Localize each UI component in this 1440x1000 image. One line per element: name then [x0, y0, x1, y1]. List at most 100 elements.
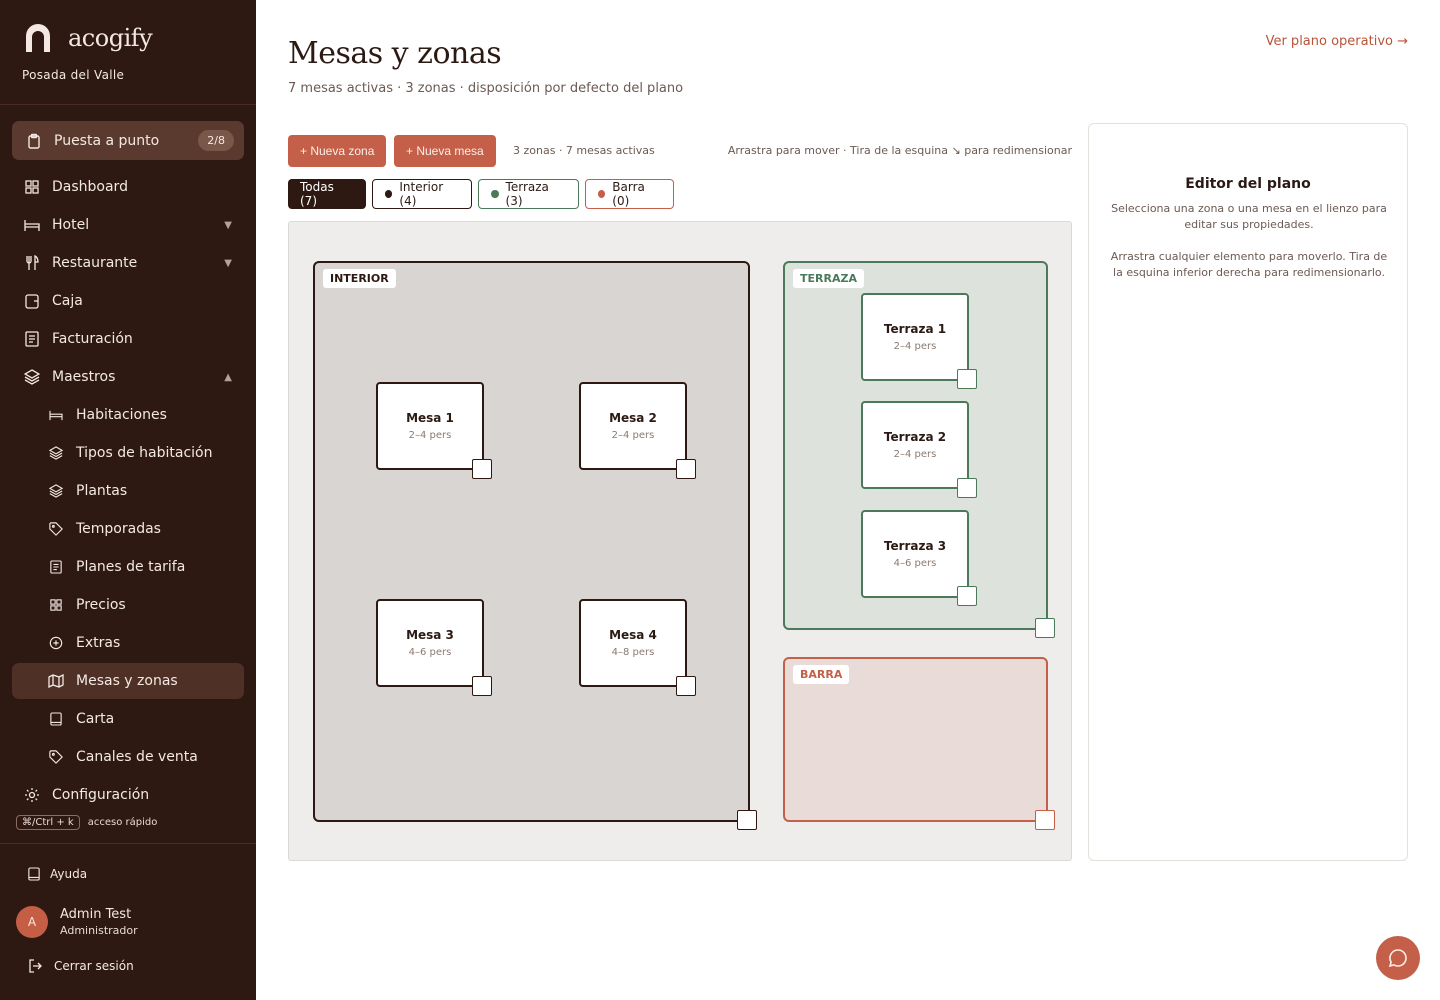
document-icon [48, 559, 64, 575]
plus-circle-icon [48, 635, 64, 651]
sidebar-item-label: Extras [76, 635, 121, 651]
chat-button[interactable] [1376, 936, 1420, 980]
user-role: Administrador [60, 924, 138, 937]
sidebar-item-caja[interactable]: Caja [12, 283, 244, 319]
table-mesa-4[interactable]: Mesa 4 4–8 pers [579, 599, 687, 687]
logout-label: Cerrar sesión [54, 959, 134, 973]
table-capacity: 2–4 pers [408, 430, 452, 441]
sidebar-item-habitaciones[interactable]: Habitaciones [12, 397, 244, 433]
bed-icon [24, 217, 40, 233]
editor-instructions: Arrastra cualquier elemento para moverlo… [1110, 250, 1388, 279]
zone-resize-handle[interactable] [737, 810, 757, 830]
book-icon [48, 711, 64, 727]
sidebar-item-label: Configuración [52, 787, 150, 803]
sidebar-item-restaurante[interactable]: Restaurante ▼ [12, 245, 244, 281]
page-title: Mesas y zonas [288, 36, 502, 71]
filter-label: Terraza (3) [505, 180, 549, 208]
sidebar-item-maestros[interactable]: Maestros ▲ [12, 359, 244, 395]
zone-label: TERRAZA [793, 269, 864, 288]
sidebar-item-label: Plantas [76, 483, 128, 499]
filter-label: Interior (4) [399, 180, 444, 208]
sidebar-item-dashboard[interactable]: Dashboard [12, 169, 244, 205]
table-terraza-2[interactable]: Terraza 2 2–4 pers [861, 401, 969, 489]
sidebar-item-configuracion[interactable]: Configuración [12, 777, 244, 813]
divider [0, 843, 256, 844]
table-mesa-3[interactable]: Mesa 3 4–6 pers [376, 599, 484, 687]
sidebar-item-label: Canales de venta [76, 749, 198, 765]
editor-title: Editor del plano [1185, 176, 1311, 192]
logout-button[interactable]: Cerrar sesión [28, 959, 134, 973]
shortcut-hint[interactable]: ⌘/Ctrl + k acceso rápido [16, 815, 157, 830]
table-resize-handle[interactable] [676, 676, 696, 696]
sidebar-item-facturacion[interactable]: Facturación [12, 321, 244, 357]
utensils-icon [24, 255, 40, 271]
filter-terraza[interactable]: Terraza (3) [478, 179, 579, 209]
sidebar-item-carta[interactable]: Carta [12, 701, 244, 737]
page-subtitle: 7 mesas activas · 3 zonas · disposición … [288, 81, 684, 96]
sidebar-item-hotel[interactable]: Hotel ▼ [12, 207, 244, 243]
brand[interactable]: acogify [22, 22, 153, 54]
sidebar-item-planes-tarifa[interactable]: Planes de tarifa [12, 549, 244, 585]
table-name: Terraza 1 [883, 322, 947, 336]
sidebar-item-label: Hotel [52, 217, 90, 233]
view-operational-plan-link[interactable]: Ver plano operativo → [1266, 34, 1408, 49]
table-resize-handle[interactable] [957, 586, 977, 606]
zone-label: INTERIOR [323, 269, 396, 288]
zone-interior[interactable]: INTERIOR [313, 261, 750, 822]
table-capacity: 2–4 pers [893, 341, 937, 352]
table-mesa-2[interactable]: Mesa 2 2–4 pers [579, 382, 687, 470]
sidebar-item-extras[interactable]: Extras [12, 625, 244, 661]
floor-plan-canvas[interactable]: INTERIOR TERRAZA BARRA Mesa 1 2–4 pers M… [288, 221, 1072, 861]
new-table-button[interactable]: + Nueva mesa [394, 135, 496, 167]
table-terraza-3[interactable]: Terraza 3 4–6 pers [861, 510, 969, 598]
table-resize-handle[interactable] [957, 478, 977, 498]
avatar: A [16, 906, 48, 938]
filter-label: Barra (0) [612, 180, 645, 208]
book-icon [28, 867, 40, 881]
sidebar-item-label: Temporadas [76, 521, 161, 537]
table-resize-handle[interactable] [957, 369, 977, 389]
layers-icon [48, 445, 64, 461]
grid-icon [24, 179, 40, 195]
user-name: Admin Test [60, 907, 132, 922]
divider [0, 104, 256, 105]
filter-barra[interactable]: Barra (0) [585, 179, 674, 209]
interior-dot-icon [385, 190, 393, 198]
terraza-dot-icon [491, 190, 499, 198]
filter-interior[interactable]: Interior (4) [372, 179, 472, 209]
table-resize-handle[interactable] [472, 676, 492, 696]
table-resize-handle[interactable] [472, 459, 492, 479]
zone-barra[interactable]: BARRA [783, 657, 1048, 822]
table-name: Terraza 2 [883, 430, 947, 444]
sidebar-item-tipos-habitacion[interactable]: Tipos de habitación [12, 435, 244, 471]
chevron-down-icon: ▼ [224, 257, 232, 269]
filter-all[interactable]: Todas (7) [288, 179, 366, 209]
shortcut-key: ⌘/Ctrl + k [16, 815, 80, 830]
property-name: Posada del Valle [22, 68, 125, 82]
new-zone-button[interactable]: + Nueva zona [288, 135, 387, 167]
shortcut-label: acceso rápido [87, 817, 158, 828]
editor-instructions: Selecciona una zona o una mesa en el lie… [1111, 202, 1387, 231]
sidebar-item-label: Restaurante [52, 255, 138, 271]
table-mesa-1[interactable]: Mesa 1 2–4 pers [376, 382, 484, 470]
barra-dot-icon [598, 190, 606, 198]
sidebar-item-canales-venta[interactable]: Canales de venta [12, 739, 244, 775]
chat-icon [1388, 949, 1407, 968]
setup-progress-item[interactable]: Puesta a punto 2/8 [12, 121, 244, 160]
zone-resize-handle[interactable] [1035, 810, 1055, 830]
help-link[interactable]: Ayuda [28, 867, 87, 881]
sidebar-item-temporadas[interactable]: Temporadas [12, 511, 244, 547]
sidebar-item-mesas-zonas[interactable]: Mesas y zonas [12, 663, 244, 699]
tag-icon [48, 521, 64, 537]
clipboard-icon [28, 133, 40, 149]
sidebar-item-precios[interactable]: Precios [12, 587, 244, 623]
table-terraza-1[interactable]: Terraza 1 2–4 pers [861, 293, 969, 381]
chevron-up-icon: ▲ [224, 371, 232, 383]
help-label: Ayuda [50, 867, 88, 881]
sidebar-item-plantas[interactable]: Plantas [12, 473, 244, 509]
table-resize-handle[interactable] [676, 459, 696, 479]
zone-resize-handle[interactable] [1035, 618, 1055, 638]
receipt-icon [24, 331, 40, 347]
bed-icon [48, 407, 64, 423]
user-profile[interactable]: A Admin Test Administrador [16, 906, 138, 938]
